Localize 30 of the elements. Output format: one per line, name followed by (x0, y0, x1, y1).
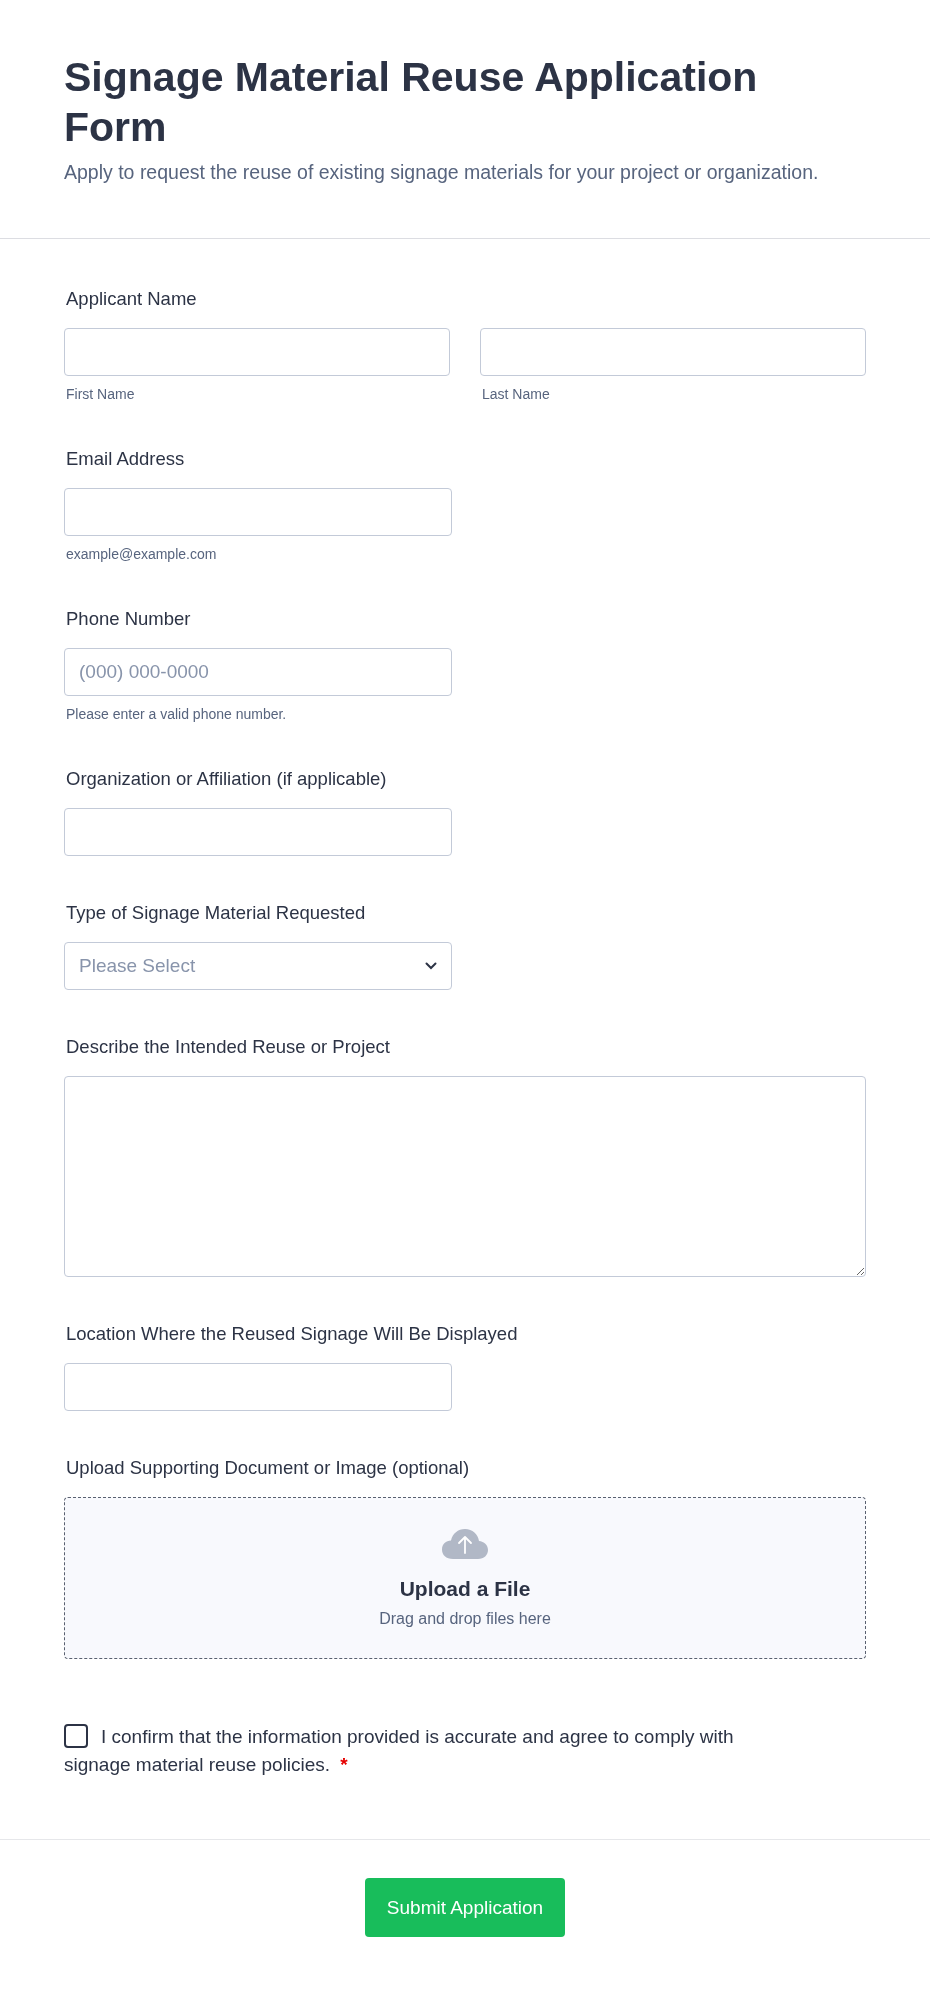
upload-hint: Drag and drop files here (379, 1610, 551, 1628)
file-upload-area[interactable]: Upload a File Drag and drop files here (64, 1497, 866, 1659)
cloud-upload-icon (441, 1528, 489, 1560)
input-field[interactable] (480, 328, 866, 376)
field-sublabel: First Name (66, 386, 136, 402)
consent-checkbox[interactable] (64, 1724, 88, 1748)
submit-button[interactable]: Submit Application (364, 1878, 566, 1937)
field-label: Type of Signage Material Requested (66, 902, 367, 924)
form-description: Apply to request the reuse of existing signage materials for your project or organization. (64, 160, 820, 185)
field-label: Applicant Name (66, 288, 198, 310)
input-field[interactable]: (000) 000-0000 (64, 648, 452, 696)
input-field[interactable] (64, 1363, 452, 1411)
upload-title: Upload a File (399, 1576, 531, 1602)
select-field[interactable]: Please Select (64, 942, 452, 990)
field-sublabel: Last Name (482, 386, 551, 402)
form-title: Signage Material Reuse Application Form (64, 53, 759, 152)
field-label: Upload Supporting Document or Image (optional) (66, 1457, 471, 1479)
field-sublabel: example@example.com (66, 546, 218, 562)
field-label: Email Address (66, 448, 186, 470)
field-label: Phone Number (66, 608, 192, 630)
textarea-field[interactable] (64, 1076, 866, 1277)
input-field[interactable] (64, 488, 452, 536)
chevron-down-icon (425, 962, 437, 970)
input-field[interactable] (64, 328, 450, 376)
field-label: Location Where the Reused Signage Will Be Displayed (66, 1323, 519, 1345)
field-label: Organization or Affiliation (if applicable) (66, 768, 388, 790)
field-sublabel: Please enter a valid phone number. (66, 706, 288, 722)
consent-text: I confirm that the information provided is accurate and agree to comply with signage material reuse policies. * (64, 1723, 735, 1777)
input-field[interactable] (64, 808, 452, 856)
field-label: Describe the Intended Reuse or Project (66, 1036, 391, 1058)
